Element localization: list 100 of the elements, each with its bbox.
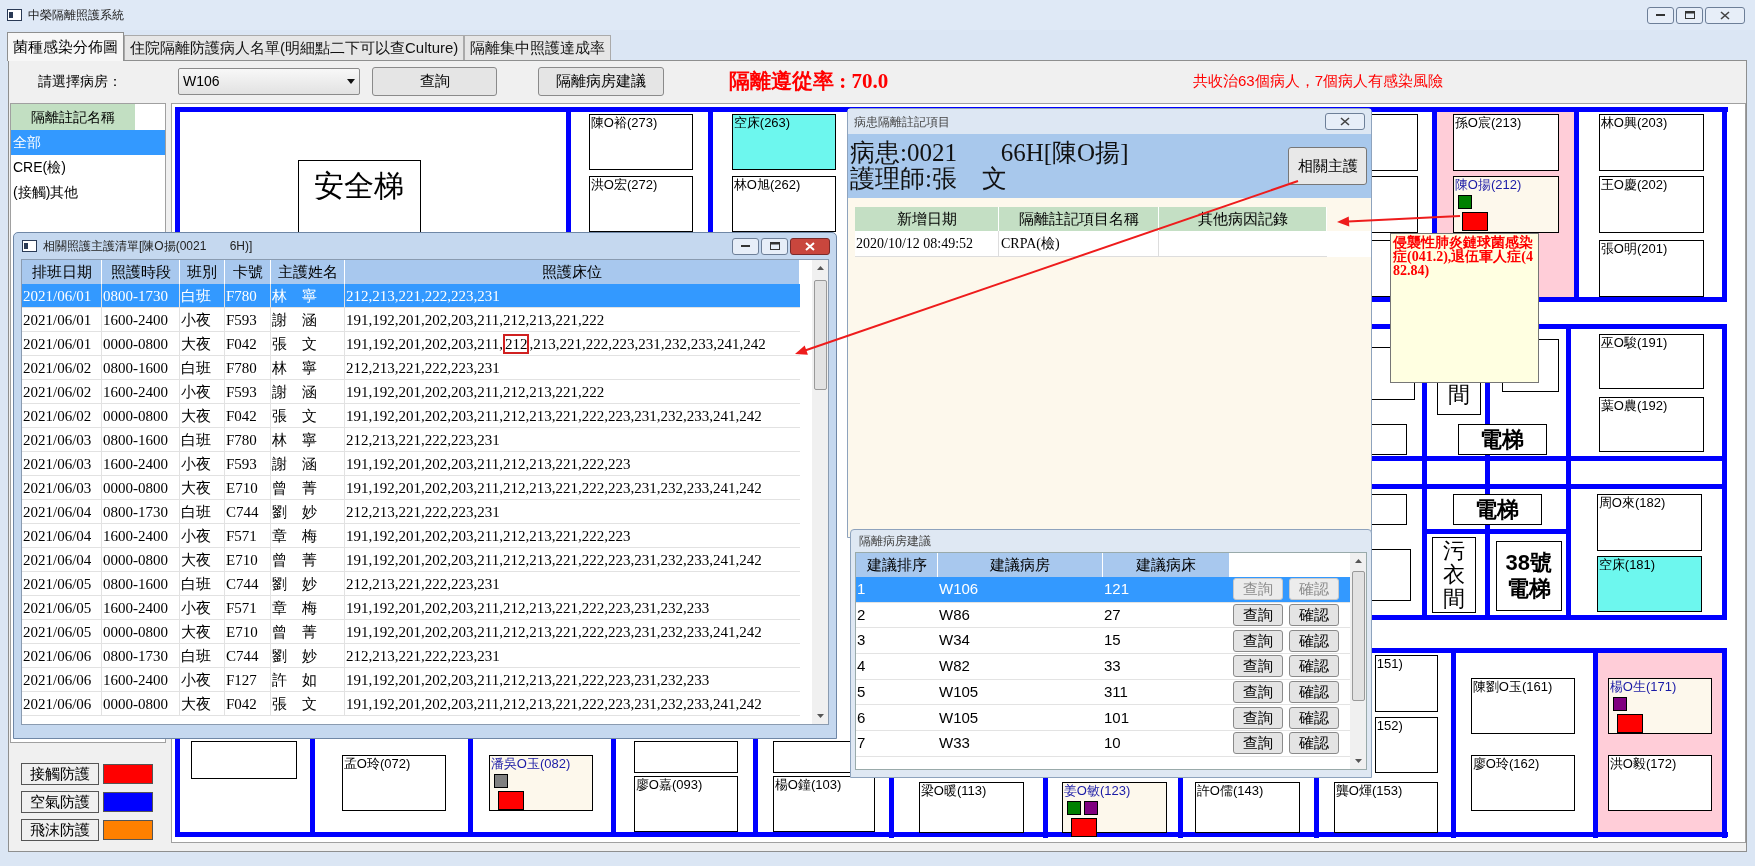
table-row[interactable]: 2021/06/03 0800-1600 白班 F780 林 寧 212,213,221,222,223,231 [22,428,800,452]
bed-box[interactable]: 洪O宏(272) [588,176,693,232]
scroll-thumb[interactable] [813,280,827,390]
table-row[interactable]: 3 W34 15 查詢 確認 [856,628,1351,655]
table-row[interactable]: 2021/06/05 0000-0800 大夜 E710 曾 菁 191,192,201,202,203,211,212,213,221,222,223,231,232,233,241,242 [22,620,800,644]
bed-box[interactable]: 龔O煇(153) [1333,782,1438,833]
bed-box[interactable]: 孟O玲(072) [341,755,446,811]
query-button[interactable]: 查詢 [1233,681,1283,704]
maximize-button[interactable] [761,237,788,255]
confirm-button[interactable]: 確認 [1289,706,1339,729]
minimize-icon [1656,13,1665,17]
patient-name: 龔O煇(153) [1334,783,1404,799]
minimize-button[interactable] [1647,6,1674,24]
query-button[interactable]: 查詢 [1233,629,1283,652]
bed-box[interactable]: 張O明(201) [1598,240,1704,297]
table-cell-text: 27 [1103,604,1122,625]
table-row[interactable]: 5 W105 311 查詢 確認 [856,679,1351,706]
table-row[interactable]: 2021/06/03 0000-0800 大夜 E710 曾 菁 191,192,201,202,203,211,212,213,221,222,223,231,232,233,241,242 [22,476,800,500]
bed-box[interactable]: 空床(263) [731,114,836,170]
query-button[interactable]: 查詢 [1233,732,1283,755]
tab[interactable]: 菌種感染分佈圖 [7,32,124,61]
bed-box[interactable]: 陳劉O玉(161) [1470,678,1575,734]
table-row[interactable]: 2021/06/05 1600-2400 小夜 F571 章 梅 191,192,201,202,203,211,212,213,221,222,223,231,232,233 [22,596,800,620]
table-cell: CRPA(檢) [999,231,1159,257]
bed-box[interactable]: 151) [1374,655,1438,712]
table-row[interactable]: 2 W86 27 查詢 確認 [856,602,1351,629]
table-row[interactable]: 2021/06/02 0800-1600 白班 F780 林 寧 212,213,221,222,223,231 [22,356,800,380]
close-icon [1340,117,1350,126]
scrollbar[interactable] [812,260,828,724]
confirm-button[interactable]: 確認 [1289,681,1339,704]
table-row[interactable]: 2021/06/01 1600-2400 小夜 F593 謝 涵 191,192,201,202,203,211,212,213,221,222 [22,308,800,332]
bed-box[interactable]: 林O旭(262) [731,176,836,232]
confirm-button[interactable]: 確認 [1289,655,1339,678]
query-button[interactable]: 查詢 [1233,706,1283,729]
table-row[interactable]: 2021/06/01 0000-0800 大夜 F042 張 文 191,192,201,202,203,211,212,213,221,222,223,231,232,233,241,242 [22,332,800,356]
bed-box[interactable]: 潘吳O玉(082) [488,755,593,811]
bed-box[interactable]: 許O儒(143) [1194,782,1300,833]
table-row[interactable]: 2021/06/06 0000-0800 大夜 F042 張 文 191,192,201,202,203,211,212,213,221,222,223,231,232,233,241,242 [22,692,800,716]
bed-box[interactable]: 廖O嘉(093) [633,776,738,832]
table-row[interactable]: 7 W33 10 查詢 確認 [856,731,1351,757]
patient-name: 巫O駿(191) [1599,335,1669,351]
table-row[interactable]: 2021/06/04 1600-2400 小夜 F571 章 梅 191,192,201,202,203,211,212,213,221,222,223 [22,524,800,548]
bed-box[interactable]: 林O興(203) [1598,114,1704,171]
close-button[interactable] [1705,6,1745,24]
bed-box[interactable]: 王O慶(202) [1598,176,1704,233]
legend-label: 接觸防護 [21,763,99,785]
room-label: 間 [1447,383,1470,408]
scrollbar[interactable] [1350,553,1366,769]
ward-dropdown[interactable]: W106 [178,68,360,95]
table-row[interactable]: 2021/06/02 0000-0800 大夜 F042 張 文 191,192,201,202,203,211,212,213,221,222,223,231,232,233,241,242 [22,404,800,428]
table-row[interactable]: 2021/06/04 0800-1730 白班 C744 劉 妙 212,213,221,222,223,231 [22,500,800,524]
bed-box[interactable]: 陳O裕(273) [588,114,693,170]
query-button[interactable]: 查詢 [1233,655,1283,678]
bed-box[interactable]: 楊O鐘(103) [772,776,875,832]
bed-box[interactable]: 周O來(182) [1596,494,1702,551]
elevator-label: 38號電梯 [1504,550,1554,602]
table-cell-text: W105 [938,707,980,728]
confirm-button[interactable]: 確認 [1289,604,1339,627]
close-button[interactable] [1325,113,1365,130]
confirm-button[interactable]: 確認 [1289,629,1339,652]
scroll-down-icon [1354,759,1362,763]
confirm-button[interactable]: 確認 [1289,732,1339,755]
table-row[interactable]: 2021/06/03 1600-2400 小夜 F593 謝 涵 191,192,201,202,203,211,212,213,221,222,223 [22,452,800,476]
table-row[interactable]: 4 W82 33 查詢 確認 [856,654,1351,680]
bed-box[interactable]: 陳O揚(212) [1452,176,1559,233]
close-button[interactable] [790,237,830,255]
query-button[interactable]: 查詢 [1233,604,1283,627]
patient-summary: 共收治63個病人，7個病人有感染風險 [1193,71,1444,92]
bed-box[interactable]: 空床(181) [1596,556,1702,612]
bed-box[interactable]: 152) [1374,717,1438,773]
bed-box[interactable]: 葉O農(192) [1598,397,1704,452]
diagnosis-text: 侵襲性肺炎鏈球菌感染症(041.2),退伍軍人症(482.84) [1393,236,1534,278]
query-button[interactable]: 查詢 [372,67,497,96]
bed-box[interactable]: 楊O生(171) [1607,678,1712,734]
bed-box[interactable]: 廖O玲(162) [1470,755,1575,811]
scroll-thumb[interactable] [1351,571,1365,701]
minimize-button[interactable] [732,237,759,255]
ward-suggestion-button[interactable]: 隔離病房建議 [538,67,664,96]
related-nurse-button[interactable]: 相關主護 [1288,147,1367,185]
maximize-button[interactable] [1676,6,1703,24]
bed-box[interactable]: 巫O駿(191) [1598,334,1704,389]
table-cell: 0000-0800 [102,692,180,716]
column-header: 排班日期 [22,260,102,284]
tab[interactable]: 住院隔離防護病人名單(明細點二下可以查Culture) [124,35,465,60]
table-row[interactable]: 2021/06/05 0800-1600 白班 C744 劉 妙 212,213,221,222,223,231 [22,572,800,596]
bed-box[interactable]: 梁O暖(113) [918,782,1024,833]
table-cell: 張 文 [271,692,345,716]
table-row[interactable]: 6 W105 101 查詢 確認 [856,705,1351,732]
nurse-info: 護理師:張 文 [850,166,1008,192]
legend-label: 空氣防護 [21,791,99,813]
column-header: 班別 [180,260,225,284]
bed-box[interactable]: 洪O毅(172) [1607,755,1712,811]
patient-name: 姜O敏(123) [1062,783,1132,799]
table-row[interactable]: 2021/06/04 0000-0800 大夜 E710 曾 菁 191,192,201,202,203,211,212,213,221,222,223,231,232,233,241,242 [22,548,800,572]
close-icon [1720,10,1730,20]
table-row[interactable]: 2021/06/06 1600-2400 小夜 F127 許 如 191,192,201,202,203,211,212,213,221,222,223,231,232,233 [22,668,800,692]
bed-box[interactable]: 孫O宸(213) [1452,114,1559,171]
table-row[interactable]: 2021/06/06 0800-1730 白班 C744 劉 妙 212,213,221,222,223,231 [22,644,800,668]
table-row[interactable]: 2021/06/02 1600-2400 小夜 F593 謝 涵 191,192,201,202,203,211,212,213,221,222 [22,380,800,404]
tab[interactable]: 隔離集中照護達成率 [464,35,612,60]
